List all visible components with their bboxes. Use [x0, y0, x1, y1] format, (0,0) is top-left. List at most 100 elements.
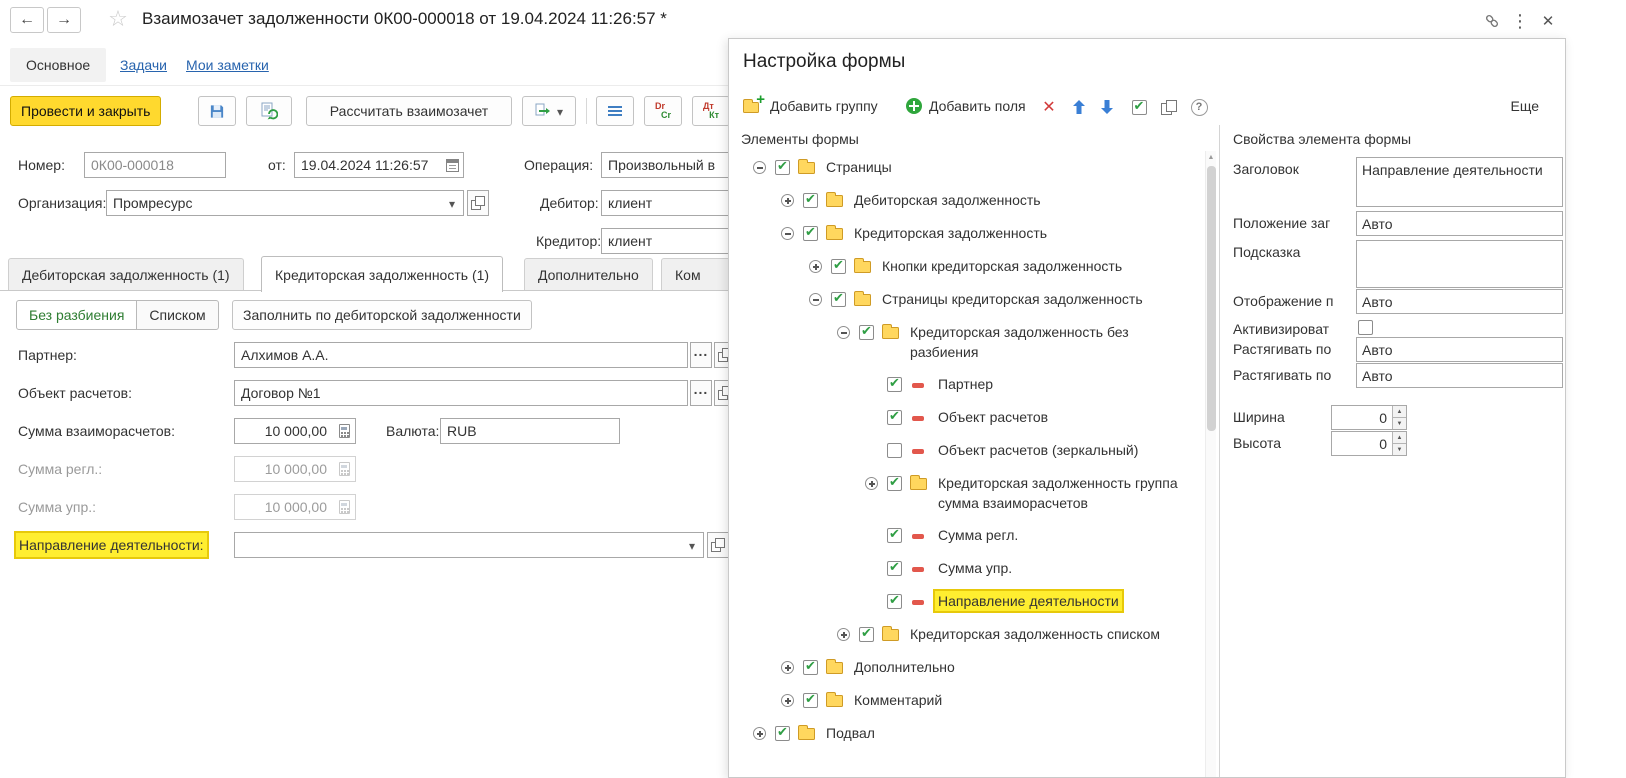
tree-item-comment[interactable]: Комментарий [731, 684, 1203, 717]
add-group-button[interactable]: Добавить группу [743, 91, 878, 121]
expand-icon[interactable] [865, 477, 878, 490]
move-down-button[interactable] [1095, 95, 1119, 119]
checkbox-unchecked[interactable] [887, 443, 902, 458]
as-list-toggle[interactable]: Списком [136, 300, 219, 330]
checkbox-checked[interactable] [887, 592, 902, 609]
tree-item-label[interactable]: Объект расчетов (зеркальный) [935, 440, 1141, 460]
number-input[interactable]: 0К00-000018 [84, 152, 226, 178]
checkbox-checked[interactable] [775, 724, 790, 741]
back-button[interactable] [10, 7, 44, 33]
width-stepper[interactable] [1392, 406, 1406, 429]
expand-icon[interactable] [781, 694, 794, 707]
stepper-up-icon[interactable] [1393, 406, 1406, 418]
checkbox-checked[interactable] [803, 191, 818, 208]
tree-item-amount-reg[interactable]: Сумма регл. [731, 519, 1203, 552]
checkbox-checked[interactable] [887, 559, 902, 576]
expand-icon[interactable] [809, 260, 822, 273]
tree-item-settlement-object-mirror[interactable]: Объект расчетов (зеркальный) [731, 434, 1203, 467]
tree-item-label-selected[interactable]: Направление деятельности [935, 591, 1122, 611]
dt-kt-button[interactable]: Дт Кт [692, 96, 730, 126]
caption-position-input[interactable]: Авто [1356, 211, 1563, 236]
expand-icon[interactable] [781, 194, 794, 207]
tree-item-label[interactable]: Кнопки кредиторская задолженность [879, 256, 1125, 276]
checkbox-checked[interactable] [803, 224, 818, 241]
help-button[interactable] [1187, 95, 1211, 119]
stepper-up-icon[interactable] [1393, 432, 1406, 444]
tree-item-label[interactable]: Дебиторская задолженность [851, 190, 1044, 210]
tree-item-label[interactable]: Кредиторская задолженность списком [907, 624, 1163, 644]
activate-checkbox[interactable] [1358, 320, 1373, 335]
close-icon[interactable] [1536, 9, 1560, 33]
forward-button[interactable] [47, 7, 81, 33]
more-button[interactable]: Еще [1511, 91, 1540, 121]
settlement-object-ellipsis-button[interactable] [690, 380, 712, 406]
checkbox-checked[interactable] [803, 691, 818, 708]
stretch-vertical-input[interactable]: Авто [1356, 363, 1563, 388]
tree-item-label[interactable]: Комментарий [851, 690, 945, 710]
amount-calculator-button[interactable] [333, 419, 355, 443]
display-input[interactable]: Авто [1356, 289, 1563, 314]
height-input[interactable]: 0 [1331, 431, 1407, 456]
direction-combo[interactable] [234, 532, 704, 558]
fill-from-receivable-button[interactable]: Заполнить по дебиторской задолженности [232, 300, 532, 330]
checkbox-checked[interactable] [803, 658, 818, 675]
checkbox-checked[interactable] [887, 375, 902, 392]
save-button[interactable] [198, 96, 236, 126]
tree-item-label[interactable]: Кредиторская задолженность [851, 223, 1050, 243]
post-button[interactable] [246, 96, 292, 126]
tree-item-label[interactable]: Страницы [823, 157, 895, 177]
tree-item-label[interactable]: Кредиторская задолженность без разбиения [907, 322, 1157, 362]
tree-item-label[interactable]: Страницы кредиторская задолженность [879, 289, 1146, 309]
tree-item-receivable[interactable]: Дебиторская задолженность [731, 184, 1203, 217]
link-icon[interactable] [1480, 9, 1504, 33]
organization-open-button[interactable] [467, 190, 489, 216]
tree-item-amount-mgmt[interactable]: Сумма упр. [731, 552, 1203, 585]
tree-scrollbar[interactable] [1205, 151, 1216, 777]
tree-item-label[interactable]: Сумма упр. [935, 558, 1015, 578]
calculate-offset-button[interactable]: Рассчитать взаимозачет [306, 96, 512, 126]
add-fields-button[interactable]: Добавить поля [906, 91, 1026, 121]
collapse-icon[interactable] [781, 227, 794, 240]
partner-input[interactable]: Алхимов А.А. [234, 342, 688, 368]
partner-ellipsis-button[interactable] [690, 342, 712, 368]
stepper-down-icon[interactable] [1393, 444, 1406, 455]
tree-item-amount-group[interactable]: Кредиторская задолженность группа сумма … [731, 467, 1203, 519]
tree-item-payable-as-list[interactable]: Кредиторская задолженность списком [731, 618, 1203, 651]
currency-input[interactable]: RUB [440, 418, 620, 444]
caption-input[interactable]: Направление деятельности [1356, 157, 1563, 207]
amount-input[interactable]: 10 000,00 [234, 418, 356, 444]
checkbox-checked[interactable] [775, 158, 790, 175]
expand-icon[interactable] [781, 661, 794, 674]
checkbox-checked[interactable] [887, 526, 902, 543]
expand-icon[interactable] [753, 727, 766, 740]
tree-item-direction[interactable]: Направление деятельности [731, 585, 1203, 618]
settlement-object-input[interactable]: Договор №1 [234, 380, 688, 406]
dr-cr-button[interactable]: Dr Cr [644, 96, 682, 126]
tree-item-label[interactable]: Сумма регл. [935, 525, 1021, 545]
checkbox-checked[interactable] [859, 625, 874, 642]
stepper-down-icon[interactable] [1393, 418, 1406, 429]
checkbox-checked[interactable] [831, 257, 846, 274]
no-split-toggle[interactable]: Без разбиения [16, 300, 138, 330]
favorite-star-icon[interactable] [106, 7, 130, 31]
width-input[interactable]: 0 [1331, 405, 1407, 430]
checkbox-checked[interactable] [887, 474, 902, 491]
tree-item-label[interactable]: Объект расчетов [935, 407, 1051, 427]
check-all-button[interactable] [1127, 95, 1151, 119]
tree-item-settlement-object[interactable]: Объект расчетов [731, 401, 1203, 434]
height-stepper[interactable] [1392, 432, 1406, 455]
calendar-button[interactable] [441, 153, 463, 177]
collapse-icon[interactable] [753, 161, 766, 174]
nav-link-tasks[interactable]: Задачи [120, 57, 167, 73]
checkbox-checked[interactable] [859, 323, 874, 340]
tab-receivable[interactable]: Дебиторская задолженность (1) [8, 258, 244, 291]
tree-item-additional[interactable]: Дополнительно [731, 651, 1203, 684]
tree-item-footer[interactable]: Подвал [731, 717, 1203, 750]
copy-button[interactable] [1157, 95, 1181, 119]
create-based-on-button[interactable] [522, 96, 576, 126]
organization-dropdown-button[interactable] [441, 191, 463, 215]
tree-item-label[interactable]: Дополнительно [851, 657, 958, 677]
scroll-up-arrow[interactable] [1206, 151, 1216, 163]
tree-item-label[interactable]: Партнер [935, 374, 996, 394]
more-menu-icon[interactable] [1508, 9, 1532, 33]
